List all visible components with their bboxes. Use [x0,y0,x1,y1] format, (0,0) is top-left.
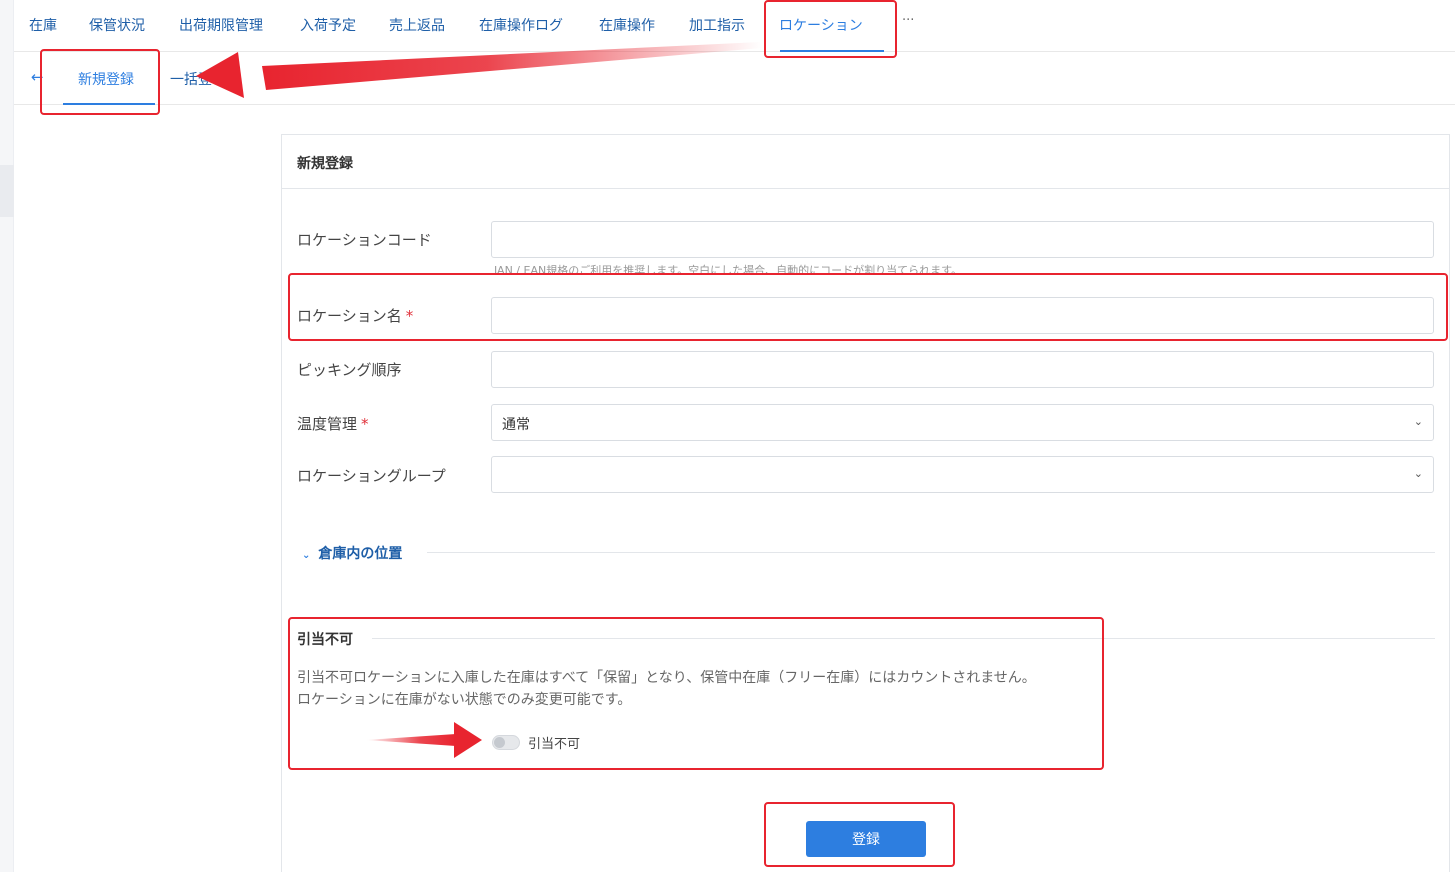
sub-nav: ← 新規登録 一括登 [14,52,1455,105]
chevron-down-icon: ⌄ [302,550,311,561]
nav-tab-processing[interactable]: 加工指示 [689,15,745,35]
nav-tab-arrival-schedule[interactable]: 入荷予定 [300,15,356,35]
location-name-label: ロケーション名 * [297,305,413,326]
location-name-input[interactable] [491,297,1434,334]
left-sidebar-strip [0,0,14,872]
picking-order-input[interactable] [491,351,1434,388]
unallocatable-heading: 引当不可 [297,632,353,648]
page: 在庫 保管状況 出荷期限管理 入荷予定 売上返品 在庫操作ログ 在庫操作 加工指… [0,0,1455,872]
unallocatable-divider [372,638,1435,639]
card-title: 新規登録 [297,156,353,172]
register-button[interactable]: 登録 [806,821,926,857]
card-header: 新規登録 [282,135,1449,189]
required-mark: * [361,415,369,433]
nav-tab-inventory-log[interactable]: 在庫操作ログ [479,15,563,35]
unallocatable-description: 引当不可ロケーションに入庫した在庫はすべて「保留」となり、保管中在庫（フリー在庫… [297,667,1036,711]
registration-form-card: 新規登録 ロケーションコード JAN / EAN規格のご利用を推奨します。空白に… [281,134,1450,872]
warehouse-position-toggle[interactable]: ⌄ 倉庫内の位置 [302,543,402,563]
temperature-label: 温度管理 * [297,413,369,434]
unallocatable-toggle[interactable] [492,735,520,750]
temperature-select-value: 通常 [502,417,530,433]
nav-tab-location[interactable]: ロケーション [779,15,863,35]
chevron-down-icon: ⌄ [1413,467,1423,480]
location-group-label: ロケーショングループ [297,467,446,485]
left-sidebar-shade [0,165,14,217]
sub-tab-bulk-registration[interactable]: 一括登 [170,69,212,89]
more-icon[interactable]: ··· [902,13,914,28]
top-nav: 在庫 保管状況 出荷期限管理 入荷予定 売上返品 在庫操作ログ 在庫操作 加工指… [14,0,1455,52]
desc-line-1: 引当不可ロケーションに入庫した在庫はすべて「保留」となり、保管中在庫（フリー在庫… [297,670,1036,686]
toggle-knob [494,737,505,748]
temperature-label-text: 温度管理 [297,415,358,433]
warehouse-position-label: 倉庫内の位置 [318,546,403,562]
unallocatable-toggle-label: 引当不可 [528,737,581,752]
desc-line-2: ロケーションに在庫がない状態でのみ変更可能です。 [297,692,632,708]
active-subtab-underline [63,103,155,105]
section-divider [427,552,1435,553]
temperature-select[interactable]: 通常 ⌄ [491,404,1434,441]
location-code-input[interactable] [491,221,1434,258]
required-mark: * [405,307,414,325]
location-code-label: ロケーションコード [297,231,432,249]
sub-tab-new-registration[interactable]: 新規登録 [78,69,134,89]
nav-tab-inventory-ops[interactable]: 在庫操作 [599,15,655,35]
picking-order-label: ピッキング順序 [297,361,402,379]
location-code-hint: JAN / EAN規格のご利用を推奨します。空白にした場合、自動的にコードが割り… [494,264,963,274]
chevron-down-icon: ⌄ [1413,415,1423,428]
location-name-label-text: ロケーション名 [297,307,402,325]
nav-tab-inventory[interactable]: 在庫 [29,15,57,35]
nav-tab-shipping-deadline[interactable]: 出荷期限管理 [179,15,263,35]
nav-tab-storage-status[interactable]: 保管状況 [89,15,145,35]
arrow-left-icon[interactable]: ← [31,68,44,86]
nav-tab-sales-return[interactable]: 売上返品 [389,15,445,35]
location-group-select[interactable]: ⌄ [491,456,1434,493]
